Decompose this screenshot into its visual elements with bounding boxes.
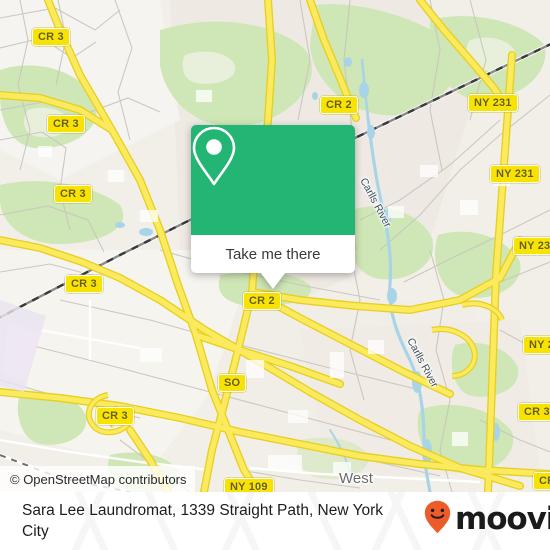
osm-attribution-text: © OpenStreetMap contributors [10,471,187,487]
road-shield: CR 3 [32,28,70,46]
osm-attribution[interactable]: © OpenStreetMap contributors [0,466,195,492]
road-shield: NY 2 [523,336,550,354]
place-description: Sara Lee Laundromat, 1339 Straight Path,… [22,502,384,540]
moovit-smiley-pin-icon [424,500,451,539]
callout-marker-panel [191,125,355,235]
road-shield: CR 3 [65,275,103,293]
road-shield: CR 3 [47,115,85,133]
road-shield: CR 3 [96,407,134,425]
road-shield: CR 2 [243,292,281,310]
road-shield: CR 34 [518,403,550,421]
road-shield: CR 3 [533,472,550,490]
moovit-logo[interactable]: moovit [424,500,550,539]
road-shield: NY 231 [490,165,540,183]
take-me-there-button[interactable]: Take me there [191,235,355,273]
road-shield: SO [218,374,247,392]
callout-tail [260,272,286,289]
map-canvas[interactable]: CR 3 CR 3 CR 3 CR 3 CR 3 CR 2 CR 2 SO NY 231 NY 2… [0,0,550,492]
place-label: West [339,470,373,487]
road-shield: NY 109 [224,478,274,492]
moovit-wordmark: moovit [455,501,550,537]
road-shield: CR 3 [54,185,92,203]
road-shield: CR 2 [320,96,358,114]
take-me-there-label: Take me there [225,245,321,263]
moovit-map-screenshot: CR 3 CR 3 CR 3 CR 3 CR 3 CR 2 CR 2 SO NY 231 NY 2… [0,0,550,550]
road-shield: NY 231 [468,94,518,112]
road-shield: NY 231 [513,237,550,255]
location-callout[interactable]: Take me there [191,125,355,289]
